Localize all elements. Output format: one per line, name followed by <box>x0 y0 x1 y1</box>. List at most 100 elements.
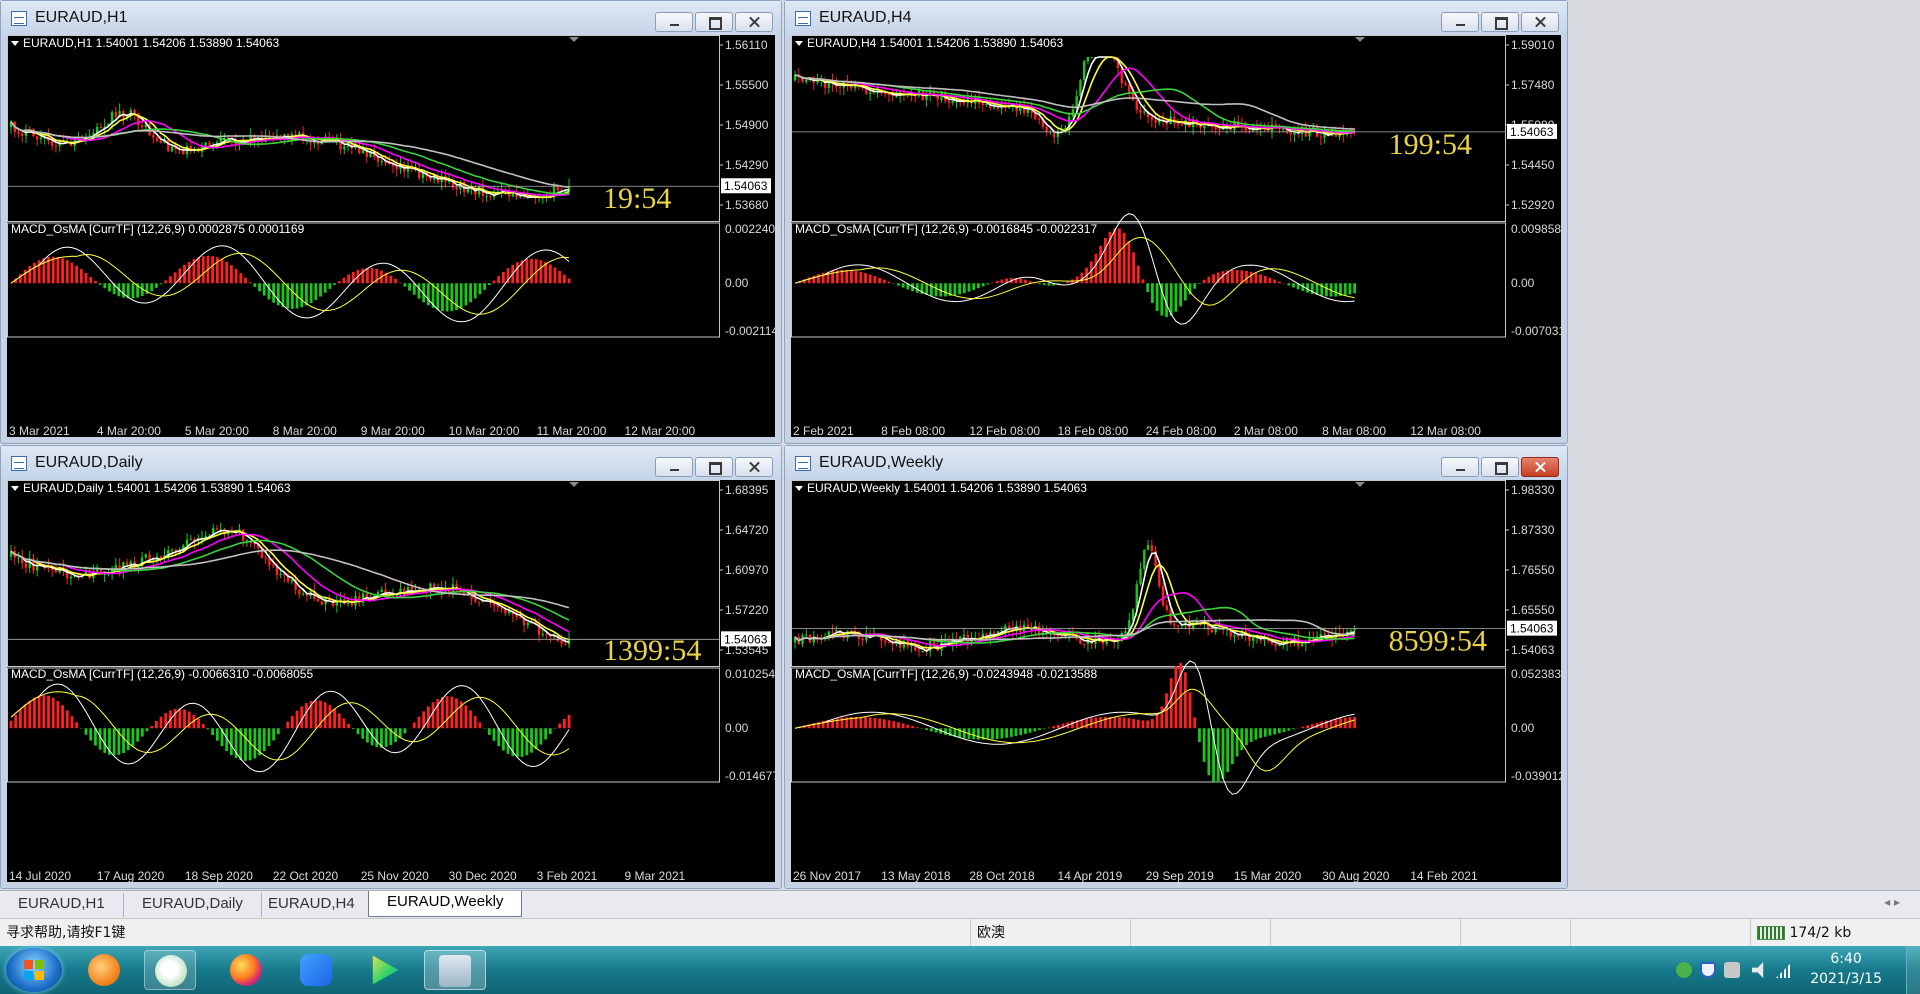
candle-body <box>1139 568 1142 585</box>
macd-histogram-bar <box>1132 718 1135 729</box>
macd-histogram-bar <box>370 268 374 284</box>
minimize-button[interactable] <box>1441 12 1479 32</box>
candle-body <box>1037 118 1041 120</box>
chart-canvas[interactable]: 1.68395 1.64720 1.60970 1.57220 1.53545 0.010… <box>7 480 777 883</box>
macd-histogram-bar <box>305 703 308 729</box>
macd-histogram-bar <box>958 283 961 295</box>
minimize-button[interactable] <box>1441 457 1479 477</box>
macd-tick-label: 0.0098587 <box>1511 222 1563 236</box>
macd-histogram-bar <box>1259 274 1262 284</box>
chart-window-d1[interactable]: EURAUD,Daily 1.68395 1.64720 1.60970 1.5722… <box>0 445 782 889</box>
status-profile[interactable]: 欧澳 <box>970 919 1130 947</box>
macd-histogram-bar <box>1113 716 1117 729</box>
time-axis-label: 8 Mar 20:00 <box>273 424 337 438</box>
macd-histogram-bar <box>469 710 472 729</box>
candle-body <box>133 109 136 114</box>
macd-histogram-bar <box>23 269 27 284</box>
chart-window-h4[interactable]: EURAUD,H4 1.590101.574801.559801.544501.… <box>784 0 1568 444</box>
macd-histogram-bar <box>1292 728 1295 730</box>
macd-histogram-bar <box>1127 718 1131 729</box>
macd-histogram-bar <box>1268 277 1272 284</box>
candle-body <box>947 100 951 103</box>
candle-body <box>887 642 891 644</box>
maximize-button[interactable] <box>695 12 733 32</box>
macd-histogram-bar <box>915 727 919 729</box>
close-button[interactable] <box>735 12 773 32</box>
macd-histogram-bar <box>911 725 914 729</box>
macd-histogram-bar <box>314 700 318 729</box>
firefox-icon[interactable] <box>220 950 272 990</box>
macd-histogram-bar <box>1202 728 1206 762</box>
signal-icon[interactable] <box>1776 962 1792 978</box>
macd-histogram-bar <box>1277 728 1281 734</box>
tab-euraud-h1[interactable]: EURAUD,H1 <box>0 893 124 917</box>
macd-histogram-bar <box>272 728 276 741</box>
macd-histogram-bar <box>1028 728 1032 733</box>
maximize-button[interactable] <box>1481 457 1519 477</box>
macd-histogram-bar <box>1146 720 1150 729</box>
shift-marker-icon <box>569 37 579 42</box>
chart-canvas[interactable]: 1.98330 1.87330 1.76550 1.65550 1.54063 0.052… <box>791 480 1563 883</box>
candle-body <box>1150 545 1154 551</box>
macd-histogram-bar <box>1263 275 1267 284</box>
macd-histogram-bar <box>178 708 182 729</box>
feishu-icon[interactable] <box>290 950 342 990</box>
macd-histogram-bar <box>1348 717 1352 729</box>
wechat-tray-icon[interactable] <box>1676 962 1692 978</box>
macd-histogram-bar <box>384 728 388 747</box>
chart-canvas[interactable]: 1.56110 1.55500 1.54900 1.54290 1.53680 0.002… <box>7 35 777 438</box>
macd-histogram-bar <box>75 722 79 729</box>
chart-window-icon <box>795 456 811 471</box>
macd-histogram-bar <box>258 283 261 292</box>
close-button[interactable] <box>1521 457 1559 477</box>
speaker-muted-icon[interactable] <box>1752 962 1764 978</box>
macd-histogram-bar <box>65 260 69 284</box>
tab-euraud-h4[interactable]: EURAUD,H4 <box>250 893 374 917</box>
window-titlebar[interactable]: EURAUD,Daily <box>1 446 781 480</box>
wechat-icon[interactable] <box>144 950 196 990</box>
mt4-icon[interactable] <box>424 950 486 990</box>
qq-icon[interactable] <box>78 950 130 990</box>
clock[interactable]: 6:40 2021/3/15 <box>1810 949 1882 989</box>
macd-histogram-bar <box>1005 728 1009 738</box>
minimize-button[interactable] <box>655 457 693 477</box>
video-player-icon[interactable] <box>358 950 410 990</box>
macd-histogram-bar <box>323 283 327 293</box>
show-desktop-button[interactable] <box>1906 946 1920 994</box>
start-button[interactable] <box>6 948 62 992</box>
candle-body <box>50 140 54 146</box>
connection-status[interactable]: 174/2 kb <box>1750 919 1920 947</box>
macd-histogram-bar <box>337 713 341 729</box>
close-button[interactable] <box>735 457 773 477</box>
macd-histogram-bar <box>309 283 313 303</box>
tab-euraud-daily[interactable]: EURAUD,Daily <box>124 893 262 917</box>
macd-histogram-bar <box>1230 728 1234 765</box>
close-button[interactable] <box>1521 12 1559 32</box>
chart-window-h1[interactable]: EURAUD,H1 1.56110 1.55500 1.54900 1.54290 1.… <box>0 0 782 444</box>
candle-body <box>1274 643 1277 646</box>
shield-icon[interactable] <box>1700 962 1716 978</box>
macd-histogram-bar <box>845 269 849 284</box>
macd-histogram-bar <box>426 283 430 306</box>
chart-canvas[interactable]: 1.590101.574801.559801.544501.529200.009… <box>791 35 1563 438</box>
minimize-button[interactable] <box>655 12 693 32</box>
network-adapter-icon[interactable] <box>1724 962 1740 978</box>
window-titlebar[interactable]: EURAUD,H4 <box>785 1 1567 35</box>
macd-histogram-bar <box>154 283 158 288</box>
maximize-button[interactable] <box>695 457 733 477</box>
candle-body <box>921 651 924 653</box>
window-titlebar[interactable]: EURAUD,Weekly <box>785 446 1567 480</box>
macd-histogram-bar <box>1151 283 1154 303</box>
tab-euraud-weekly[interactable]: EURAUD,Weekly <box>368 891 523 917</box>
macd-histogram-bar <box>567 278 571 284</box>
window-titlebar[interactable]: EURAUD,H1 <box>1 1 781 35</box>
candle-body <box>1143 111 1146 113</box>
macd-histogram-bar <box>42 695 46 729</box>
macd-histogram-bar <box>864 717 867 729</box>
macd-histogram-bar <box>469 283 472 303</box>
maximize-button[interactable] <box>1481 12 1519 32</box>
chart-window-w1[interactable]: EURAUD,Weekly 1.98330 1.87330 1.76550 1.655… <box>784 445 1568 889</box>
tab-scroll-arrows[interactable]: ◂ ▸ <box>1884 895 1900 909</box>
macd-histogram-bar <box>276 728 280 735</box>
macd-tick-label: 0.0022406 <box>725 222 777 236</box>
